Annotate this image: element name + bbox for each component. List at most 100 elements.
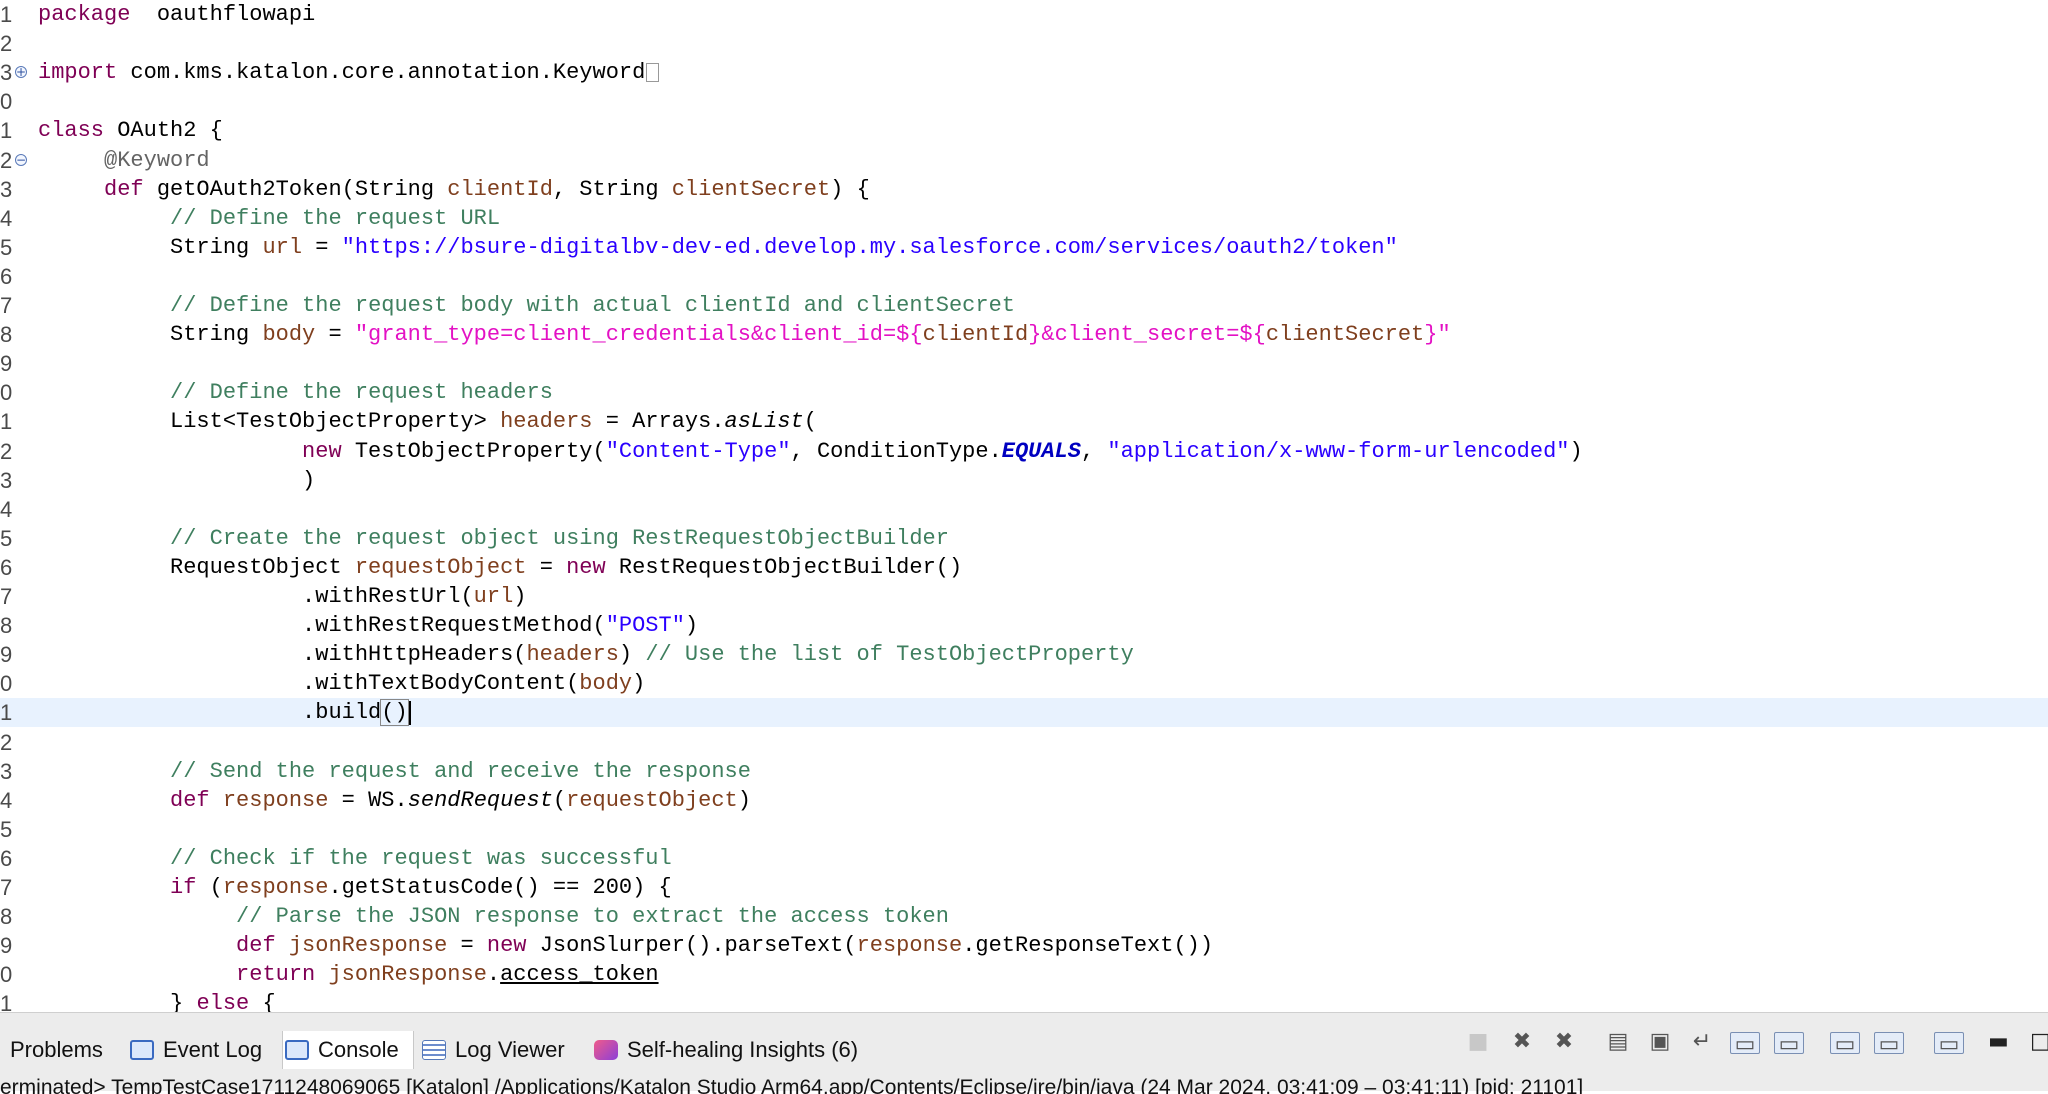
code-line[interactable]: 6 (0, 262, 2048, 291)
code-line[interactable]: 0 return jsonResponse.access_token (0, 960, 2048, 989)
code-token: }&client_secret=${ (1028, 322, 1266, 348)
line-number: 0 (0, 380, 13, 406)
code-line[interactable]: 3 + import com.kms.katalon.core.annotation… (0, 58, 2048, 87)
code-text: // Define the request body with actual c… (38, 291, 1015, 320)
code-text: } else { (38, 989, 276, 1012)
code-token: body (262, 322, 316, 348)
code-token: RestRequestObjectBuilder() (605, 554, 963, 580)
code-line[interactable]: 2− @Keyword (0, 146, 2048, 175)
code-token: oauthflowapi (130, 2, 316, 27)
code-text: .withRestRequestMethod("POST") (38, 611, 698, 640)
code-line[interactable]: 1 class OAuth2 { (0, 116, 2048, 145)
folded-region-icon[interactable] (646, 62, 660, 82)
maximize-icon[interactable]: □ (2030, 1030, 2048, 1054)
terminate-icon[interactable]: ■ (1464, 1030, 1492, 1054)
code-line[interactable]: 0 .withTextBodyContent(body) (0, 669, 2048, 698)
code-line[interactable]: 1 List<TestObjectProperty> headers = Arr… (0, 407, 2048, 436)
code-token: return (236, 962, 316, 988)
code-token: } (38, 991, 197, 1012)
remove-launch-icon[interactable]: ✖ (1508, 1030, 1536, 1054)
open-console-icon[interactable]: ▭ (1934, 1032, 1964, 1057)
code-text: // Define the request URL (38, 204, 500, 233)
code-line[interactable]: 6 // Check if the request was successful (0, 844, 2048, 873)
code-line[interactable]: 3 ) (0, 466, 2048, 495)
code-token: requestObject (566, 787, 738, 813)
code-line[interactable]: 6 RequestObject requestObject = new Rest… (0, 553, 2048, 582)
code-text: def response = WS.sendRequest(requestObj… (38, 786, 751, 815)
code-line[interactable]: 2 new TestObjectProperty("Content-Type",… (0, 437, 2048, 466)
code-token: new (302, 438, 342, 464)
collapse-fold-icon[interactable]: − (15, 153, 27, 166)
code-line[interactable]: 9 def jsonResponse = new JsonSlurper().p… (0, 931, 2048, 960)
code-line[interactable]: 7 if (response.getStatusCode() == 200) { (0, 873, 2048, 902)
show-on-output-icon[interactable]: ▭ (1730, 1032, 1760, 1057)
scroll-lock-icon[interactable]: ▣ (1646, 1030, 1674, 1054)
code-token: .withTextBodyContent( (38, 671, 580, 697)
tab-log-viewer[interactable]: Log Viewer (420, 1031, 582, 1069)
code-line[interactable]: 0 (0, 87, 2048, 116)
code-line[interactable]: 2 (0, 29, 2048, 58)
tab-label: Event Log (163, 1037, 263, 1062)
clear-console-icon[interactable]: ▤ (1604, 1030, 1632, 1054)
word-wrap-icon[interactable]: ↵ (1688, 1030, 1716, 1054)
code-token: // Check if the request was successful (170, 845, 672, 871)
self-healing-icon (594, 1040, 618, 1060)
show-on-error-icon[interactable]: ▭ (1774, 1032, 1804, 1057)
code-line[interactable]: 8 String body = "grant_type=client_crede… (0, 320, 2048, 349)
code-line[interactable]: 1 .build() (0, 698, 2048, 728)
tab-console[interactable]: Console (282, 1031, 414, 1069)
code-token: // Define the request body with actual c… (170, 293, 1015, 318)
code-line[interactable]: 4 // Define the request URL (0, 204, 2048, 233)
code-line[interactable]: 3 def getOAuth2Token(String clientId, St… (0, 175, 2048, 204)
code-token: , ConditionType. (790, 438, 1002, 464)
line-number: 3 (0, 176, 13, 202)
code-line[interactable]: 5 // Create the request object using Res… (0, 524, 2048, 553)
code-line[interactable]: 1 package oauthflowapi (0, 0, 2048, 29)
code-token: // Create the request object using RestR… (170, 525, 949, 551)
tab-problems[interactable]: Problems (0, 1031, 120, 1069)
code-line[interactable]: 7 // Define the request body with actual… (0, 291, 2048, 320)
bottom-panel: Problems Event Log Console Log Viewer Self-h… (0, 1012, 2048, 1094)
code-token: ) (684, 613, 699, 639)
code-line[interactable]: 8 .withRestRequestMethod("POST") (0, 611, 2048, 640)
code-line[interactable]: 5 String url = "https://bsure-digitalbv-… (0, 233, 2048, 262)
code-token: url (262, 234, 303, 260)
code-line[interactable]: 8 // Parse the JSON response to extract … (0, 902, 2048, 931)
tab-event-log[interactable]: Event Log (128, 1031, 272, 1069)
code-text: // Parse the JSON response to extract th… (38, 902, 949, 931)
code-token: List<TestObjectProperty> (38, 409, 501, 435)
code-line[interactable]: 9 .withHttpHeaders(headers) // Use the l… (0, 640, 2048, 669)
code-line[interactable]: 3 // Send the request and receive the re… (0, 757, 2048, 786)
code-token: = (302, 234, 342, 260)
code-token: ( (803, 409, 817, 435)
code-text: def jsonResponse = new JsonSlurper().par… (38, 931, 1213, 960)
code-token: clientId (447, 176, 553, 202)
code-token: String (38, 234, 263, 260)
code-line[interactable]: 1 } else { (0, 989, 2048, 1012)
code-line[interactable]: 5 (0, 815, 2048, 844)
code-line[interactable]: 9 (0, 349, 2048, 378)
line-number: 2 (0, 147, 13, 173)
display-console-icon[interactable]: ▭ (1874, 1032, 1904, 1057)
code-line[interactable]: 0 // Define the request headers (0, 378, 2048, 407)
code-line[interactable]: 4 def response = WS.sendRequest(requestO… (0, 786, 2048, 815)
code-token: { (249, 991, 276, 1012)
code-line[interactable]: 2 (0, 728, 2048, 757)
minimize-icon[interactable]: ▬ (1988, 1030, 2009, 1054)
code-line[interactable]: 7 .withRestUrl(url) (0, 582, 2048, 611)
line-number: 7 (0, 875, 13, 900)
code-token: @Keyword (104, 147, 210, 173)
code-editor[interactable]: 1 package oauthflowapi 2 3 + import com.kms.k… (0, 0, 2048, 1012)
tab-self-healing-insights-6[interactable]: Self-healing Insights (6) (592, 1031, 894, 1069)
pin-console-icon[interactable]: ▭ (1830, 1032, 1860, 1057)
line-number: 4 (0, 205, 13, 231)
remove-all-launches-icon[interactable]: ✖ (1550, 1030, 1578, 1054)
code-line[interactable]: 4 (0, 495, 2048, 524)
line-number: 7 (0, 293, 13, 318)
expand-fold-icon[interactable]: + (15, 66, 27, 79)
line-number: 1 (0, 2, 13, 27)
